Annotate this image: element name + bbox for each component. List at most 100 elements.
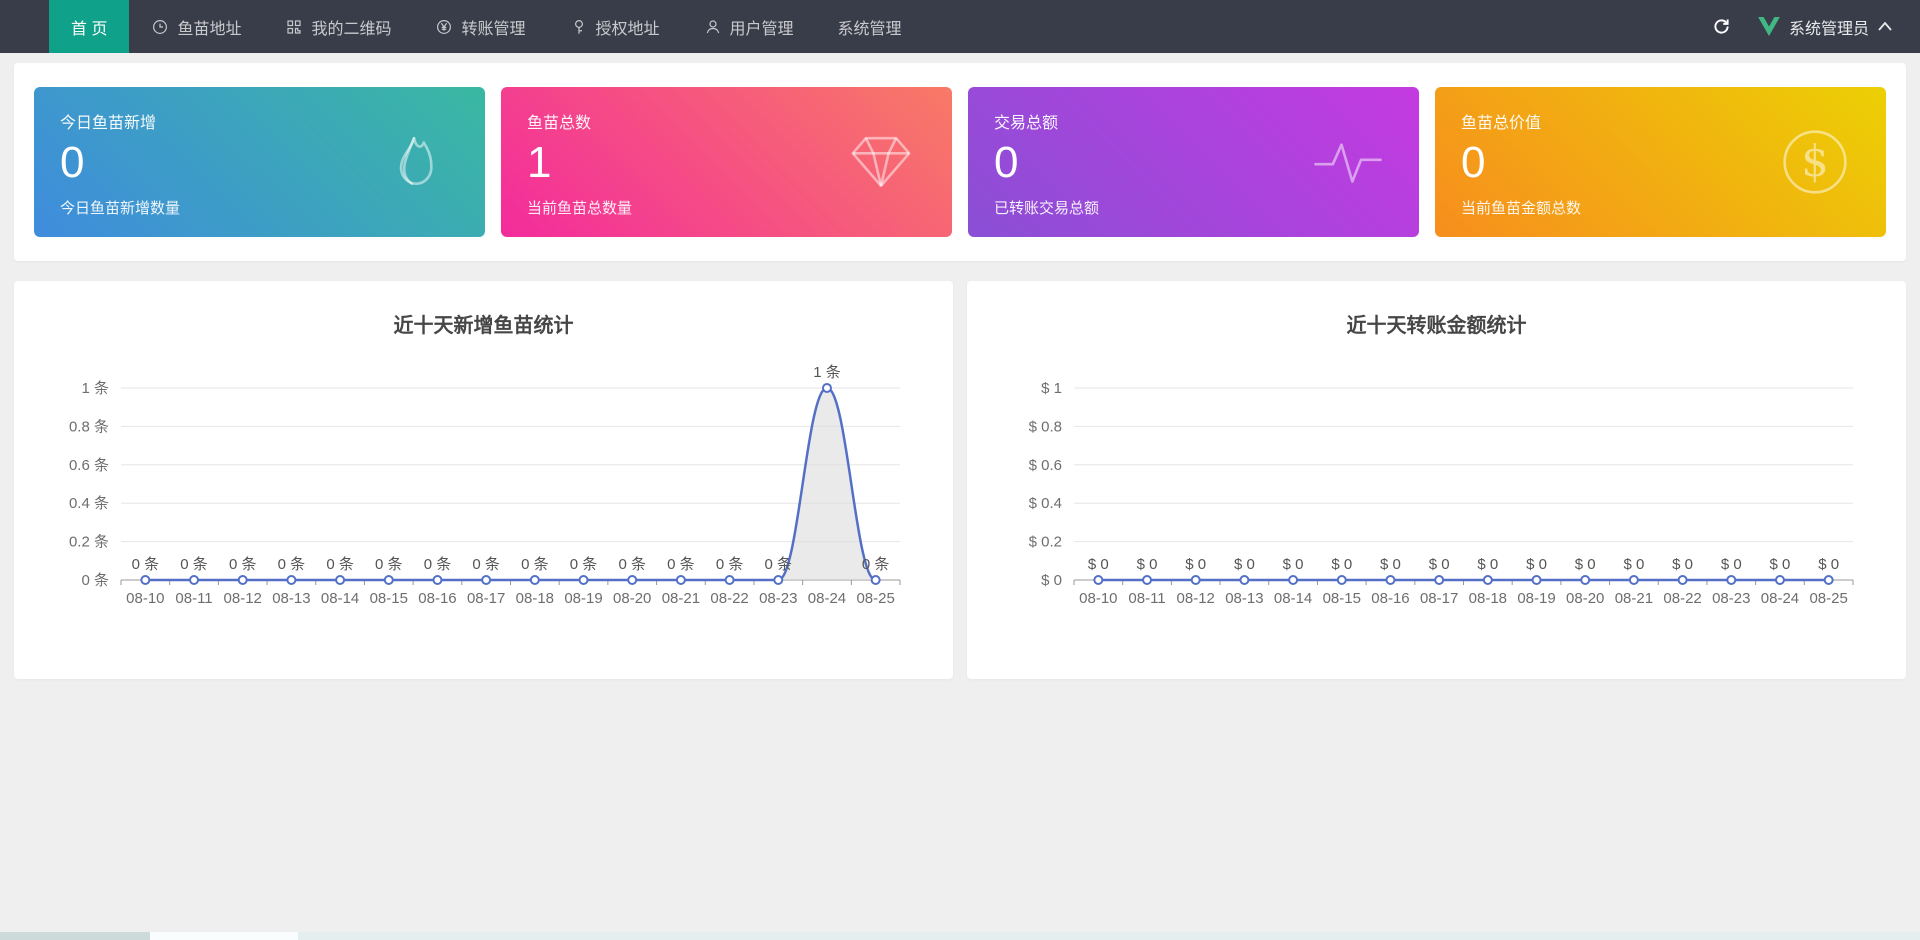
svg-text:0 条: 0 条	[132, 556, 160, 573]
svg-text:$ 0: $ 0	[1623, 556, 1644, 573]
svg-text:08-14: 08-14	[1274, 590, 1312, 607]
svg-text:08-16: 08-16	[418, 590, 456, 607]
svg-text:0 条: 0 条	[667, 556, 695, 573]
svg-text:0 条: 0 条	[862, 556, 890, 573]
nav-item-fry-address[interactable]: 鱼苗地址	[129, 0, 263, 53]
nav-item-label: 用户管理	[730, 15, 794, 39]
svg-text:08-14: 08-14	[321, 590, 359, 607]
svg-text:08-13: 08-13	[272, 590, 310, 607]
svg-text:08-20: 08-20	[1566, 590, 1604, 607]
svg-text:08-10: 08-10	[126, 590, 164, 607]
nav-item-label: 鱼苗地址	[177, 15, 241, 39]
user-name: 系统管理员	[1789, 15, 1869, 39]
chart-panel-new-fry: 近十天新增鱼苗统计 0 条 0.2 条 0.4 条 0.6 条 0.8 条 1 条 08-1…	[14, 281, 953, 679]
svg-text:$ 0: $ 0	[1331, 556, 1352, 573]
key-icon	[570, 18, 588, 36]
nav-item-label: 转账管理	[461, 15, 525, 39]
svg-text:0 条: 0 条	[570, 556, 598, 573]
svg-text:1 条: 1 条	[81, 380, 109, 397]
nav-item-system-management[interactable]: 系统管理	[816, 0, 924, 53]
svg-text:$ 0: $ 0	[1818, 556, 1839, 573]
qrcode-icon	[285, 18, 303, 36]
svg-text:$ 0: $ 0	[1088, 556, 1109, 573]
svg-text:$ 0: $ 0	[1770, 556, 1791, 573]
svg-text:0 条: 0 条	[765, 556, 793, 573]
svg-text:$ 0: $ 0	[1041, 572, 1062, 589]
yen-icon	[435, 18, 453, 36]
nav-item-label: 系统管理	[838, 15, 902, 39]
svg-text:08-23: 08-23	[1712, 590, 1750, 607]
svg-text:08-15: 08-15	[370, 590, 408, 607]
chevron-up-icon	[1878, 22, 1892, 31]
svg-text:0 条: 0 条	[424, 556, 452, 573]
svg-text:0 条: 0 条	[326, 556, 354, 573]
svg-text:08-17: 08-17	[1420, 590, 1458, 607]
svg-text:0.4 条: 0.4 条	[69, 495, 109, 512]
scrollbar-thumb[interactable]	[150, 932, 298, 940]
svg-text:$ 0: $ 0	[1234, 556, 1255, 573]
flame-icon	[375, 123, 453, 201]
svg-text:0 条: 0 条	[375, 556, 403, 573]
svg-text:08-24: 08-24	[808, 590, 846, 607]
svg-text:$ 0: $ 0	[1477, 556, 1498, 573]
diamond-icon	[842, 123, 920, 201]
v-logo-icon	[1758, 17, 1780, 36]
svg-text:08-19: 08-19	[564, 590, 602, 607]
svg-text:08-23: 08-23	[759, 590, 797, 607]
svg-text:$ 0: $ 0	[1526, 556, 1547, 573]
svg-text:0 条: 0 条	[521, 556, 549, 573]
nav-item-label: 我的二维码	[311, 15, 391, 39]
charts-row: 近十天新增鱼苗统计 0 条 0.2 条 0.4 条 0.6 条 0.8 条 1 条 08-1…	[14, 281, 1906, 679]
svg-text:0.6 条: 0.6 条	[69, 457, 109, 474]
dashboard-content: 今日鱼苗新增 0 今日鱼苗新增数量 鱼苗总数 1 当前鱼苗总数量 交易总额 0 …	[0, 63, 1920, 679]
svg-text:$ 0.2: $ 0.2	[1029, 534, 1062, 551]
svg-text:0.8 条: 0.8 条	[69, 418, 109, 435]
stats-panel: 今日鱼苗新增 0 今日鱼苗新增数量 鱼苗总数 1 当前鱼苗总数量 交易总额 0 …	[14, 63, 1906, 261]
new-fry-line-chart[interactable]: 0 条 0.2 条 0.4 条 0.6 条 0.8 条 1 条 08-10 08-11 08-1…	[14, 342, 953, 662]
chart-panel-transfer-amount: 近十天转账金额统计 $ 0$ 0.2$ 0.4$ 0.6$ 0.8$ 108-1…	[967, 281, 1906, 679]
svg-text:08-13: 08-13	[1225, 590, 1263, 607]
nav-item-auth-address[interactable]: 授权地址	[548, 0, 682, 53]
svg-text:0 条: 0 条	[618, 556, 646, 573]
user-icon	[704, 18, 722, 36]
stat-card-total-fry-value: 鱼苗总价值 0 当前鱼苗金额总数 $	[1435, 87, 1886, 237]
svg-text:08-22: 08-22	[710, 590, 748, 607]
svg-text:08-11: 08-11	[1128, 590, 1165, 607]
svg-text:0 条: 0 条	[278, 556, 306, 573]
svg-text:08-20: 08-20	[613, 590, 651, 607]
refresh-icon	[1711, 16, 1732, 37]
svg-text:08-10: 08-10	[1079, 590, 1117, 607]
svg-text:$ 0: $ 0	[1137, 556, 1158, 573]
navbar-right: 系统管理员	[1711, 0, 1920, 53]
user-menu[interactable]: 系统管理员	[1758, 15, 1892, 39]
svg-text:$ 0: $ 0	[1185, 556, 1206, 573]
nav-item-user-management[interactable]: 用户管理	[682, 0, 816, 53]
svg-text:0.2 条: 0.2 条	[69, 534, 109, 551]
svg-text:08-15: 08-15	[1323, 590, 1361, 607]
stat-card-today-new-fry: 今日鱼苗新增 0 今日鱼苗新增数量	[34, 87, 485, 237]
svg-text:08-11: 08-11	[175, 590, 212, 607]
svg-text:$ 1: $ 1	[1041, 380, 1062, 397]
svg-text:$: $	[1801, 137, 1829, 187]
svg-text:$ 0: $ 0	[1721, 556, 1742, 573]
svg-text:08-24: 08-24	[1761, 590, 1799, 607]
svg-text:$ 0: $ 0	[1575, 556, 1596, 573]
nav-item-label: 授权地址	[596, 15, 660, 39]
svg-text:08-12: 08-12	[224, 590, 262, 607]
svg-text:$ 0.4: $ 0.4	[1029, 495, 1062, 512]
svg-text:08-22: 08-22	[1663, 590, 1701, 607]
chart-title: 近十天新增鱼苗统计	[14, 309, 953, 338]
svg-text:$ 0.8: $ 0.8	[1029, 418, 1062, 435]
nav-item-transfer[interactable]: 转账管理	[413, 0, 547, 53]
scrollbar-edge	[0, 932, 150, 940]
svg-text:$ 0.6: $ 0.6	[1029, 457, 1062, 474]
transfer-amount-line-chart[interactable]: $ 0 $ 0.2 $ 0.4 $ 0.6 $ 0.8 $ 1 08-10 08-11 08-1…	[967, 342, 1906, 662]
refresh-button[interactable]	[1711, 16, 1732, 37]
nav-item-home[interactable]: 首 页	[49, 0, 129, 53]
svg-text:08-12: 08-12	[1177, 590, 1215, 607]
svg-text:0 条: 0 条	[180, 556, 208, 573]
nav-item-my-qrcode[interactable]: 我的二维码	[263, 0, 413, 53]
nav-item-label: 首 页	[71, 15, 107, 39]
pulse-icon	[1309, 123, 1387, 201]
horizontal-scrollbar[interactable]	[0, 932, 1920, 940]
